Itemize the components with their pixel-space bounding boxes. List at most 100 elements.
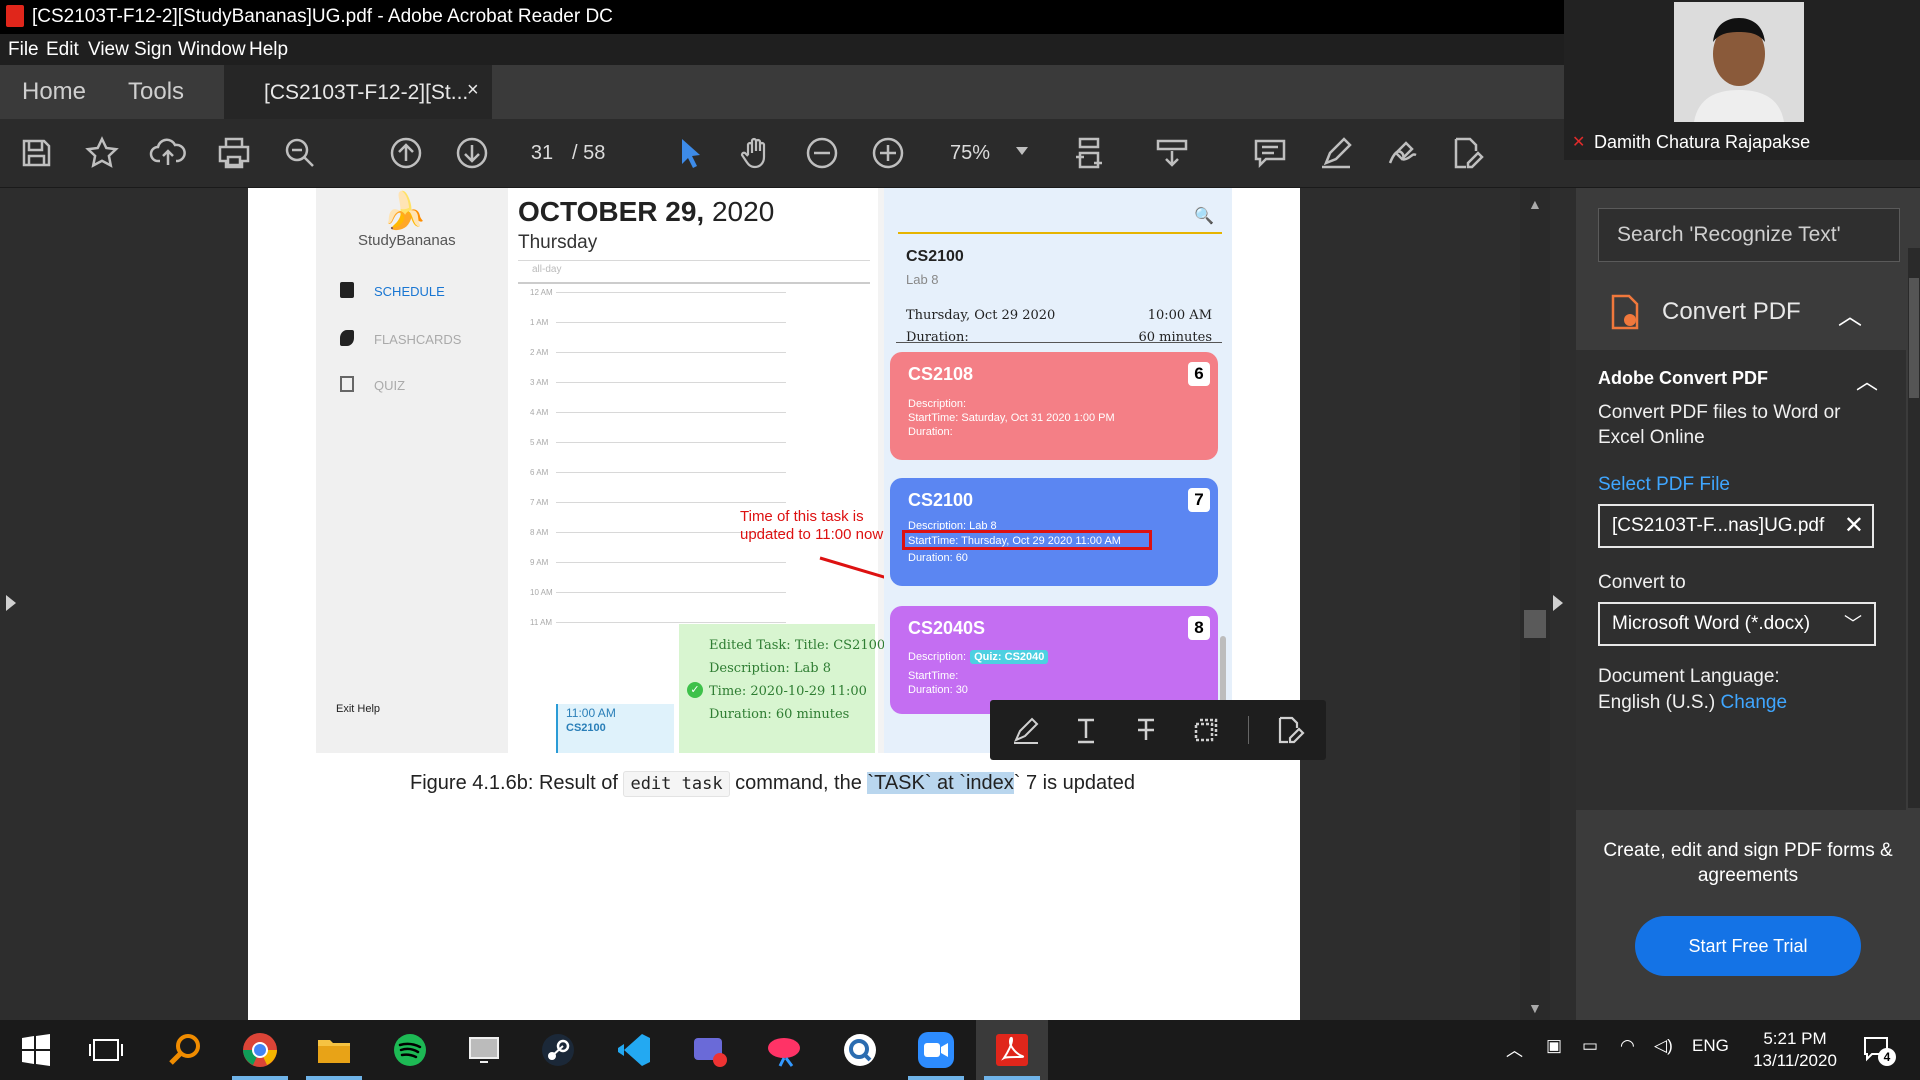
calendar-date-year: 2020 (704, 196, 775, 227)
camera-app-icon[interactable] (688, 1028, 732, 1072)
strikethrough-icon[interactable] (1128, 712, 1164, 748)
page-number-input[interactable]: 31 (512, 133, 572, 173)
zoom-level-input[interactable]: 75% (930, 133, 1010, 173)
menu-file[interactable]: File (8, 39, 39, 61)
left-panel-toggle-icon[interactable] (6, 595, 16, 611)
figure-caption[interactable]: Figure 4.1.6b: Result of edit task comma… (410, 771, 1135, 797)
highlight-pen-icon[interactable] (1316, 133, 1356, 173)
card-code: CS2040S (908, 618, 986, 638)
page-fit-icon[interactable] (1070, 133, 1110, 173)
convert-pdf-header[interactable]: Convert PDF ︿ (1576, 278, 1906, 348)
language-indicator[interactable]: ENG (1692, 1036, 1729, 1056)
select-pdf-link[interactable]: Select PDF File (1598, 474, 1730, 496)
menu-sign[interactable]: Sign (134, 39, 172, 61)
card-desc: Description: (908, 398, 967, 410)
zoom-app-icon[interactable] (914, 1028, 958, 1072)
tab-document[interactable]: [CS2103T-F12-2][St... × (224, 65, 492, 119)
select-cursor-icon[interactable] (670, 133, 710, 173)
menu-help[interactable]: Help (249, 39, 288, 61)
detail-divider (896, 342, 1222, 343)
calendar-event: 11:00 AM CS2100 (556, 704, 674, 753)
calendar-date-month: OCTOBER 29, (518, 196, 705, 227)
chrome-icon[interactable] (238, 1028, 282, 1072)
hour-line (556, 292, 786, 293)
star-icon[interactable] (82, 133, 122, 173)
steam-icon[interactable] (536, 1028, 580, 1072)
task-detail: CS2100 Lab 8 Thursday, Oct 29 2020 10:00… (896, 242, 1222, 345)
zoom-in-icon[interactable] (868, 133, 908, 173)
card-index: 8 (1188, 616, 1210, 640)
search-icon[interactable] (162, 1028, 206, 1072)
toast-line: Time: 2020-10-29 11:00 (709, 684, 867, 699)
convert-pdf-title: Convert PDF (1662, 298, 1801, 325)
recognize-text-search[interactable]: Search 'Recognize Text' (1598, 208, 1900, 262)
menu-view[interactable]: View (88, 39, 129, 61)
monitor-app-icon[interactable] (462, 1028, 506, 1072)
underline-icon[interactable] (1068, 712, 1104, 748)
selected-file-field[interactable]: [CS2103T-F...nas]UG.pdf ✕ (1598, 504, 1874, 548)
task-view-icon[interactable] (84, 1028, 128, 1072)
edit-pdf-icon[interactable] (1448, 133, 1488, 173)
tab-home[interactable]: Home (22, 78, 86, 106)
notifications-icon[interactable]: 4 (1862, 1034, 1896, 1066)
acrobat-icon (6, 5, 24, 27)
copy-icon[interactable] (1188, 712, 1224, 748)
wifi-icon[interactable]: ◠ (1620, 1036, 1635, 1056)
acrobat-taskbar-icon[interactable] (990, 1028, 1034, 1072)
quick-assist-icon[interactable] (838, 1028, 882, 1072)
page-up-icon[interactable] (386, 133, 426, 173)
sign-pen-icon[interactable] (1382, 133, 1422, 173)
clock[interactable]: 5:21 PM 13/11/2020 (1740, 1028, 1850, 1072)
comment-icon[interactable] (1250, 133, 1290, 173)
read-mode-icon[interactable] (1152, 133, 1192, 173)
caption-selection[interactable]: `TASK` at `index (867, 772, 1014, 794)
close-tab-icon[interactable]: × (467, 79, 479, 102)
paint-icon[interactable] (762, 1028, 806, 1072)
vscode-icon[interactable] (612, 1028, 656, 1072)
start-free-trial-button[interactable]: Start Free Trial (1635, 916, 1861, 976)
clear-file-icon[interactable]: ✕ (1844, 506, 1864, 546)
menu-edit[interactable]: Edit (46, 39, 79, 61)
windows-start-icon[interactable] (14, 1028, 58, 1072)
hour-line (556, 592, 786, 593)
print-icon[interactable] (214, 133, 254, 173)
panel-collapse-icon[interactable]: ︿ (1856, 364, 1878, 396)
document-scrollbar[interactable]: ▲ ▼ (1520, 188, 1550, 1020)
edit-text-icon[interactable] (1272, 712, 1308, 748)
event-time: 11:00 AM (566, 706, 616, 720)
pane-scrollbar[interactable] (1908, 248, 1920, 808)
scroll-up-icon[interactable]: ▲ (1528, 196, 1542, 212)
hour-line (556, 322, 786, 323)
cloud-upload-icon[interactable] (148, 133, 188, 173)
search-zoom-icon[interactable] (280, 133, 320, 173)
collapse-icon[interactable]: ︿ (1838, 296, 1862, 331)
nav-schedule: SCHEDULE (374, 284, 445, 299)
zoom-dropdown-icon[interactable] (1016, 147, 1028, 155)
location-icon[interactable]: ▣ (1546, 1036, 1562, 1056)
zoom-out-icon[interactable] (802, 133, 842, 173)
format-select[interactable]: Microsoft Word (*.docx) ﹀ (1598, 602, 1876, 646)
right-panel-toggle-icon[interactable] (1553, 595, 1563, 611)
page-down-icon[interactable] (452, 133, 492, 173)
toolbar-separator (1248, 716, 1249, 744)
doc-language-label: Document Language: (1598, 666, 1780, 687)
tab-tools[interactable]: Tools (128, 78, 184, 106)
flashcards-icon (340, 330, 354, 346)
scroll-thumb[interactable] (1524, 610, 1546, 638)
detail-code: CS2100 (906, 248, 964, 265)
video-overlay[interactable]: Damith Chatura Rajapakse ✕ (1564, 0, 1920, 160)
change-language-link[interactable]: Change (1720, 692, 1787, 713)
battery-icon[interactable]: ▭ (1582, 1036, 1598, 1056)
scroll-down-icon[interactable]: ▼ (1528, 1000, 1542, 1016)
pane-scroll-thumb[interactable] (1909, 278, 1919, 398)
volume-icon[interactable]: ◁) (1654, 1036, 1673, 1056)
menu-window[interactable]: Window (178, 39, 246, 61)
file-explorer-icon[interactable] (312, 1028, 356, 1072)
app-brand: StudyBananas (358, 232, 456, 249)
save-icon[interactable] (16, 133, 56, 173)
hour-line (556, 382, 786, 383)
tray-expand-icon[interactable]: ︿ (1506, 1036, 1523, 1061)
spotify-icon[interactable] (388, 1028, 432, 1072)
hand-tool-icon[interactable] (736, 133, 776, 173)
highlight-icon[interactable] (1008, 712, 1044, 748)
